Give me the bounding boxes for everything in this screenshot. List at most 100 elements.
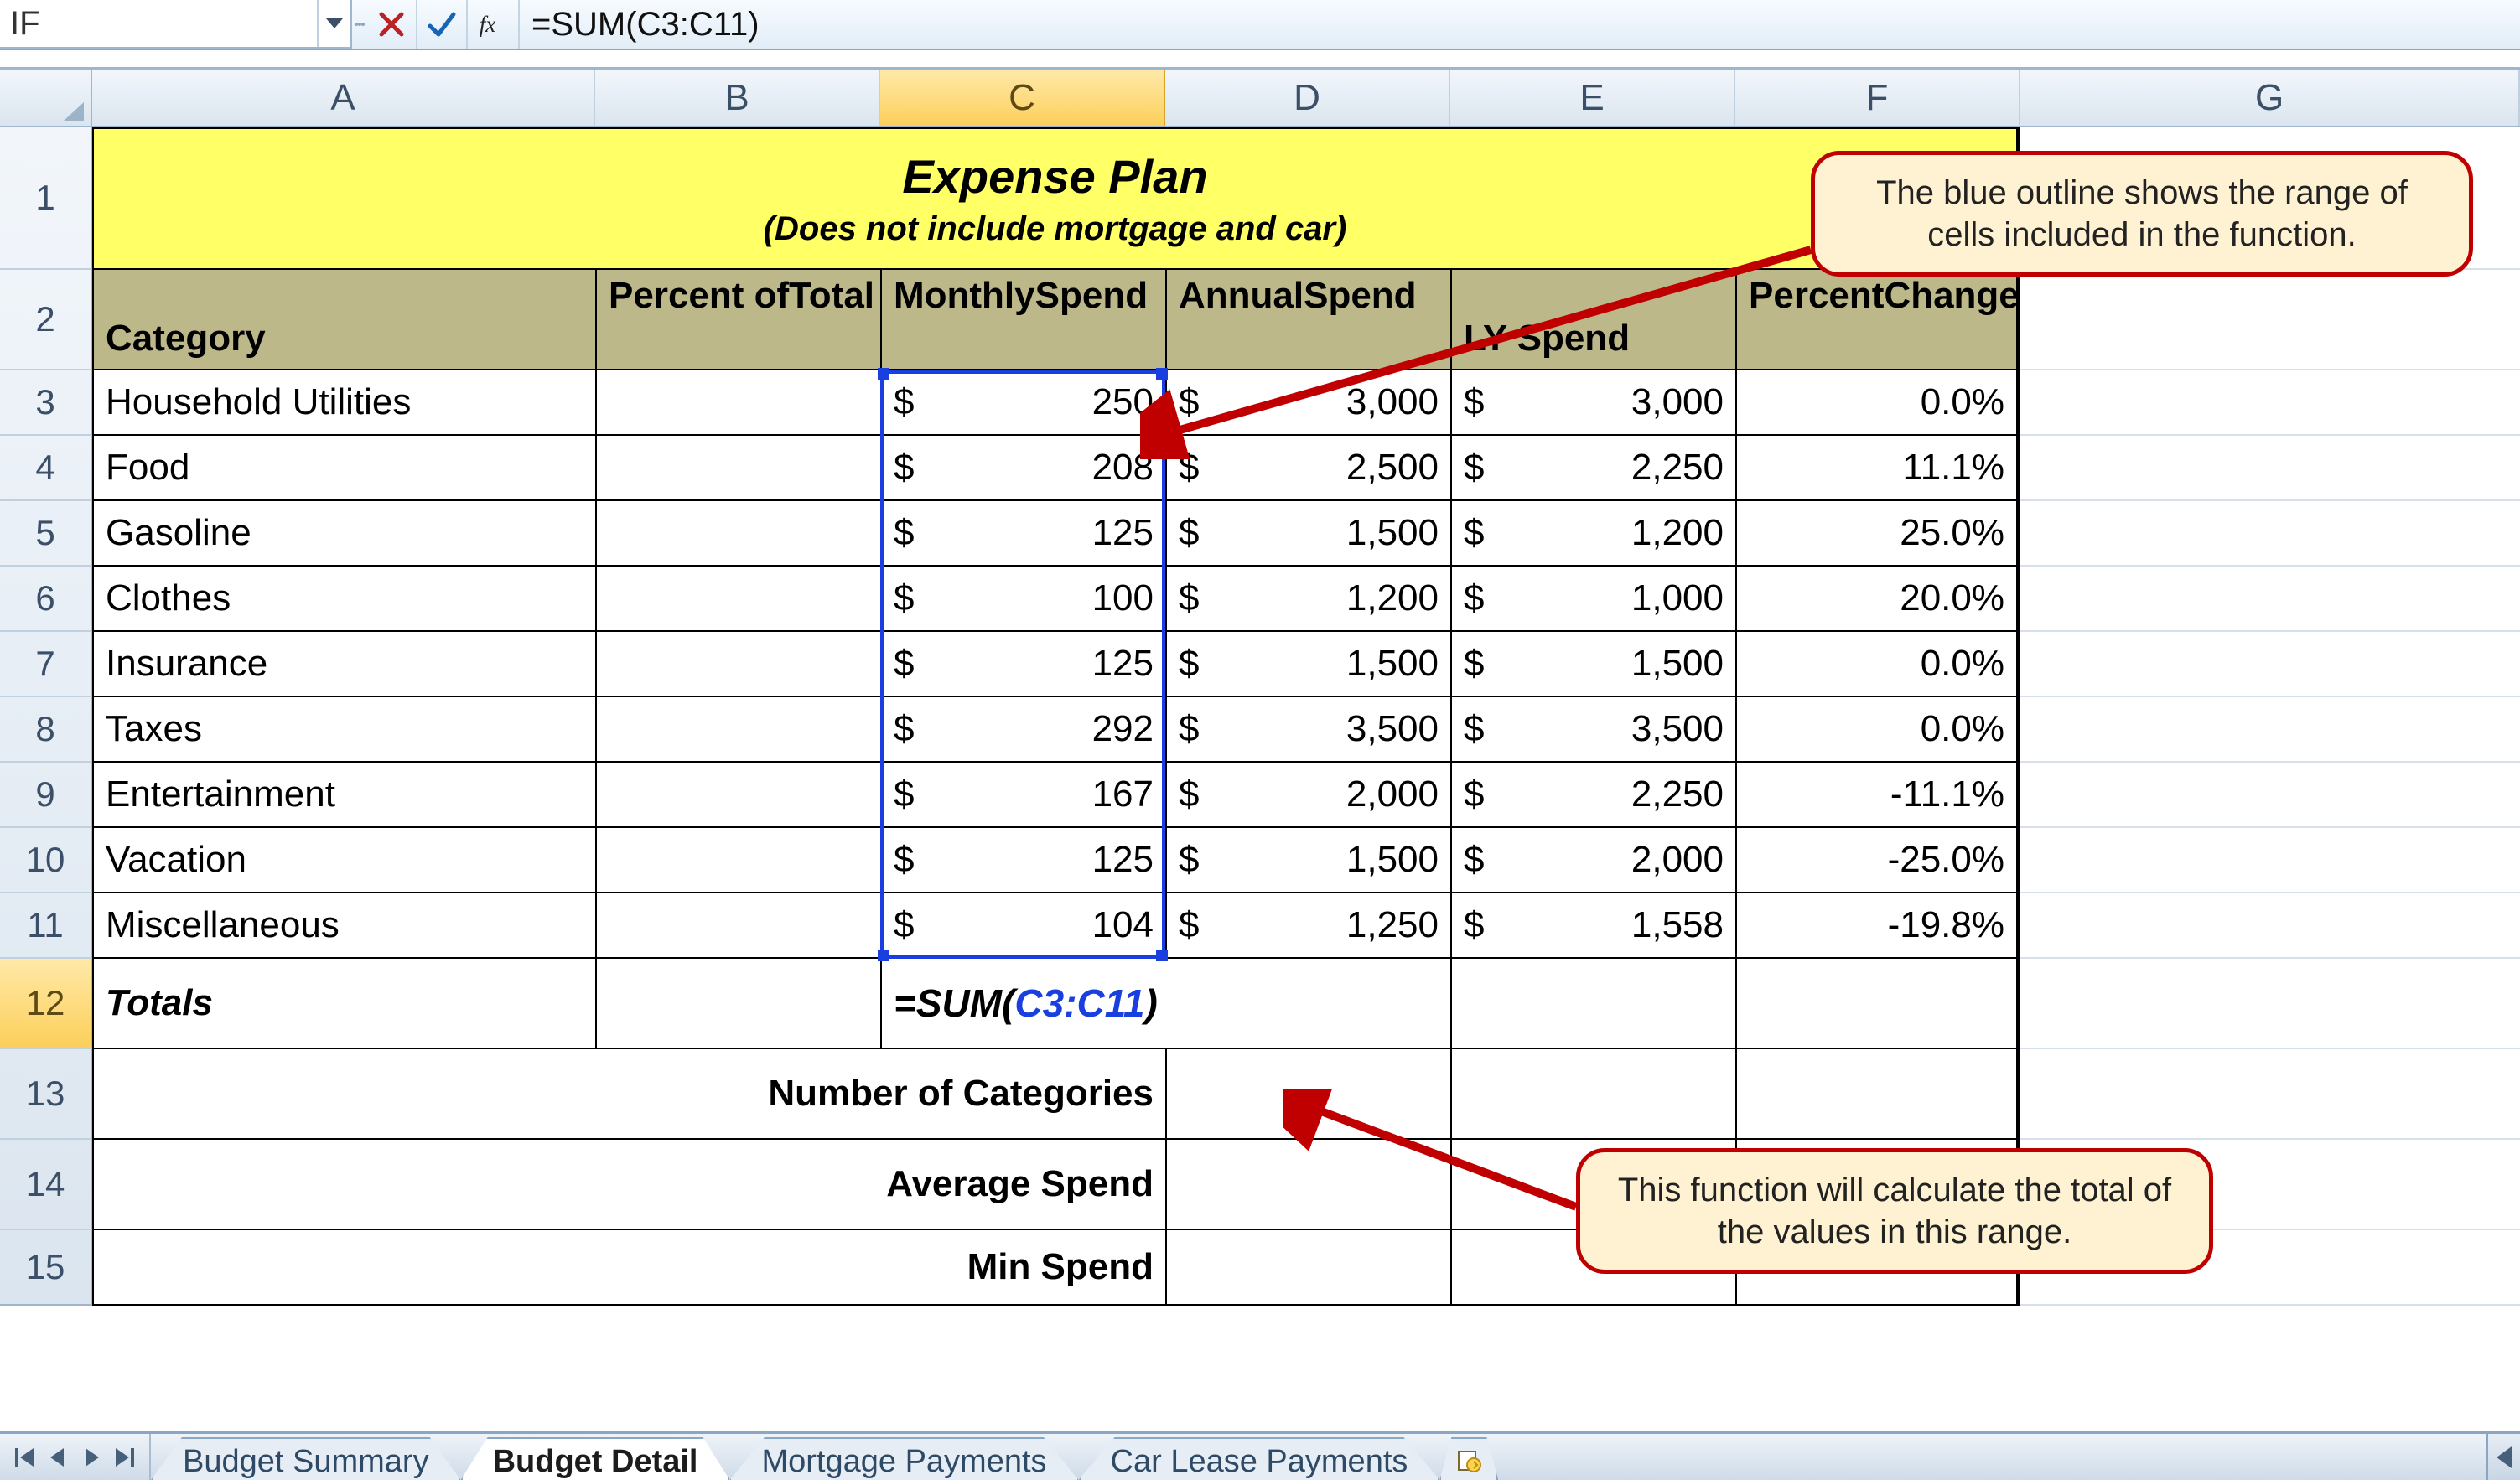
tab-nav-last[interactable] bbox=[116, 1439, 134, 1475]
col-head-f[interactable]: F bbox=[1735, 70, 2020, 126]
totals-b[interactable] bbox=[595, 959, 880, 1049]
row-head-4[interactable]: 4 bbox=[0, 436, 92, 501]
header-A[interactable]: Category bbox=[92, 270, 595, 370]
formula-input[interactable]: =SUM(C3:C11) bbox=[520, 6, 2520, 44]
col-head-c[interactable]: C bbox=[880, 70, 1165, 126]
horizontal-scroll-left[interactable] bbox=[2486, 1434, 2520, 1480]
annual-3[interactable]: $3,000 bbox=[1165, 370, 1450, 436]
pctoftotal-3[interactable] bbox=[595, 370, 880, 436]
monthly-4[interactable]: $208 bbox=[880, 436, 1165, 501]
summary-min-d[interactable] bbox=[1165, 1230, 1450, 1306]
pctchg-3[interactable]: 0.0% bbox=[1735, 370, 2020, 436]
header-F[interactable]: PercentChange bbox=[1735, 270, 2020, 370]
annual-8[interactable]: $3,500 bbox=[1165, 697, 1450, 763]
row-head-5[interactable]: 5 bbox=[0, 501, 92, 567]
summary-min[interactable]: Min Spend bbox=[92, 1230, 1165, 1306]
insert-function-button[interactable]: fx bbox=[468, 0, 518, 49]
ly-8[interactable]: $3,500 bbox=[1450, 697, 1735, 763]
ly-6[interactable]: $1,000 bbox=[1450, 567, 1735, 632]
sheet-tab-budget-summary[interactable]: Budget Summary bbox=[151, 1437, 461, 1480]
new-sheet-button[interactable] bbox=[1439, 1437, 1498, 1480]
cat-10[interactable]: Vacation bbox=[92, 828, 595, 893]
row-head-2[interactable]: 2 bbox=[0, 270, 92, 370]
active-formula-cell[interactable]: =SUM(C3:C11) bbox=[880, 959, 1450, 1049]
pctoftotal-9[interactable] bbox=[595, 763, 880, 828]
col-head-b[interactable]: B bbox=[595, 70, 880, 126]
annual-11[interactable]: $1,250 bbox=[1165, 893, 1450, 959]
monthly-9[interactable]: $167 bbox=[880, 763, 1165, 828]
ly-5[interactable]: $1,200 bbox=[1450, 501, 1735, 567]
pctchg-7[interactable]: 0.0% bbox=[1735, 632, 2020, 697]
cat-9[interactable]: Entertainment bbox=[92, 763, 595, 828]
ly-11[interactable]: $1,558 bbox=[1450, 893, 1735, 959]
totals-label[interactable]: Totals bbox=[92, 959, 595, 1049]
sheet-tab-budget-detail[interactable]: Budget Detail bbox=[461, 1437, 730, 1480]
pctoftotal-10[interactable] bbox=[595, 828, 880, 893]
ly-4[interactable]: $2,250 bbox=[1450, 436, 1735, 501]
row-head-11[interactable]: 11 bbox=[0, 893, 92, 959]
pctchg-5[interactable]: 25.0% bbox=[1735, 501, 2020, 567]
monthly-8[interactable]: $292 bbox=[880, 697, 1165, 763]
cat-6[interactable]: Clothes bbox=[92, 567, 595, 632]
cat-5[interactable]: Gasoline bbox=[92, 501, 595, 567]
name-box-dropdown[interactable] bbox=[317, 0, 350, 47]
col-head-d[interactable]: D bbox=[1165, 70, 1450, 126]
monthly-10[interactable]: $125 bbox=[880, 828, 1165, 893]
title-cell[interactable]: Expense Plan(Does not include mortgage a… bbox=[92, 127, 2020, 270]
summary-numcat-f[interactable] bbox=[1735, 1049, 2020, 1140]
summary-numcat[interactable]: Number of Categories bbox=[92, 1049, 1165, 1140]
sheet-tab-car-lease-payments[interactable]: Car Lease Payments bbox=[1079, 1437, 1440, 1480]
monthly-7[interactable]: $125 bbox=[880, 632, 1165, 697]
pctoftotal-5[interactable] bbox=[595, 501, 880, 567]
summary-numcat-e[interactable] bbox=[1450, 1049, 1735, 1140]
annual-9[interactable]: $2,000 bbox=[1165, 763, 1450, 828]
pctchg-9[interactable]: -11.1% bbox=[1735, 763, 2020, 828]
ly-3[interactable]: $3,000 bbox=[1450, 370, 1735, 436]
pctoftotal-8[interactable] bbox=[595, 697, 880, 763]
cat-4[interactable]: Food bbox=[92, 436, 595, 501]
annual-5[interactable]: $1,500 bbox=[1165, 501, 1450, 567]
formula-bar-grip[interactable] bbox=[352, 0, 367, 49]
header-B[interactable]: Percent ofTotal bbox=[595, 270, 880, 370]
row-head-1[interactable]: 1 bbox=[0, 127, 92, 270]
row-head-13[interactable]: 13 bbox=[0, 1049, 92, 1140]
totals-f[interactable] bbox=[1735, 959, 2020, 1049]
cat-8[interactable]: Taxes bbox=[92, 697, 595, 763]
row-head-14[interactable]: 14 bbox=[0, 1140, 92, 1230]
row-head-9[interactable]: 9 bbox=[0, 763, 92, 828]
tab-nav-prev[interactable] bbox=[49, 1439, 67, 1475]
annual-6[interactable]: $1,200 bbox=[1165, 567, 1450, 632]
cat-7[interactable]: Insurance bbox=[92, 632, 595, 697]
tab-nav-next[interactable] bbox=[82, 1439, 101, 1475]
header-E[interactable]: LY Spend bbox=[1450, 270, 1735, 370]
pctchg-11[interactable]: -19.8% bbox=[1735, 893, 2020, 959]
tab-nav-first[interactable] bbox=[15, 1439, 34, 1475]
cat-3[interactable]: Household Utilities bbox=[92, 370, 595, 436]
row-head-7[interactable]: 7 bbox=[0, 632, 92, 697]
select-all-corner[interactable] bbox=[0, 70, 92, 127]
header-D[interactable]: AnnualSpend bbox=[1165, 270, 1450, 370]
sheet-tab-mortgage-payments[interactable]: Mortgage Payments bbox=[729, 1437, 1078, 1480]
monthly-11[interactable]: $104 bbox=[880, 893, 1165, 959]
pctoftotal-4[interactable] bbox=[595, 436, 880, 501]
row-head-6[interactable]: 6 bbox=[0, 567, 92, 632]
pctoftotal-7[interactable] bbox=[595, 632, 880, 697]
totals-e[interactable] bbox=[1450, 959, 1735, 1049]
cat-11[interactable]: Miscellaneous bbox=[92, 893, 595, 959]
ly-7[interactable]: $1,500 bbox=[1450, 632, 1735, 697]
row-head-8[interactable]: 8 bbox=[0, 697, 92, 763]
monthly-3[interactable]: $250 bbox=[880, 370, 1165, 436]
row-head-3[interactable]: 3 bbox=[0, 370, 92, 436]
col-head-g[interactable]: G bbox=[2020, 70, 2520, 126]
name-box[interactable]: IF bbox=[0, 0, 352, 49]
col-head-e[interactable]: E bbox=[1450, 70, 1735, 126]
row-head-10[interactable]: 10 bbox=[0, 828, 92, 893]
pctoftotal-11[interactable] bbox=[595, 893, 880, 959]
ly-10[interactable]: $2,000 bbox=[1450, 828, 1735, 893]
cancel-formula-button[interactable] bbox=[367, 0, 417, 49]
enter-formula-button[interactable] bbox=[417, 0, 468, 49]
summary-numcat-d[interactable] bbox=[1165, 1049, 1450, 1140]
pctoftotal-6[interactable] bbox=[595, 567, 880, 632]
row-head-12[interactable]: 12 bbox=[0, 959, 92, 1049]
summary-avg-d[interactable] bbox=[1165, 1140, 1450, 1230]
